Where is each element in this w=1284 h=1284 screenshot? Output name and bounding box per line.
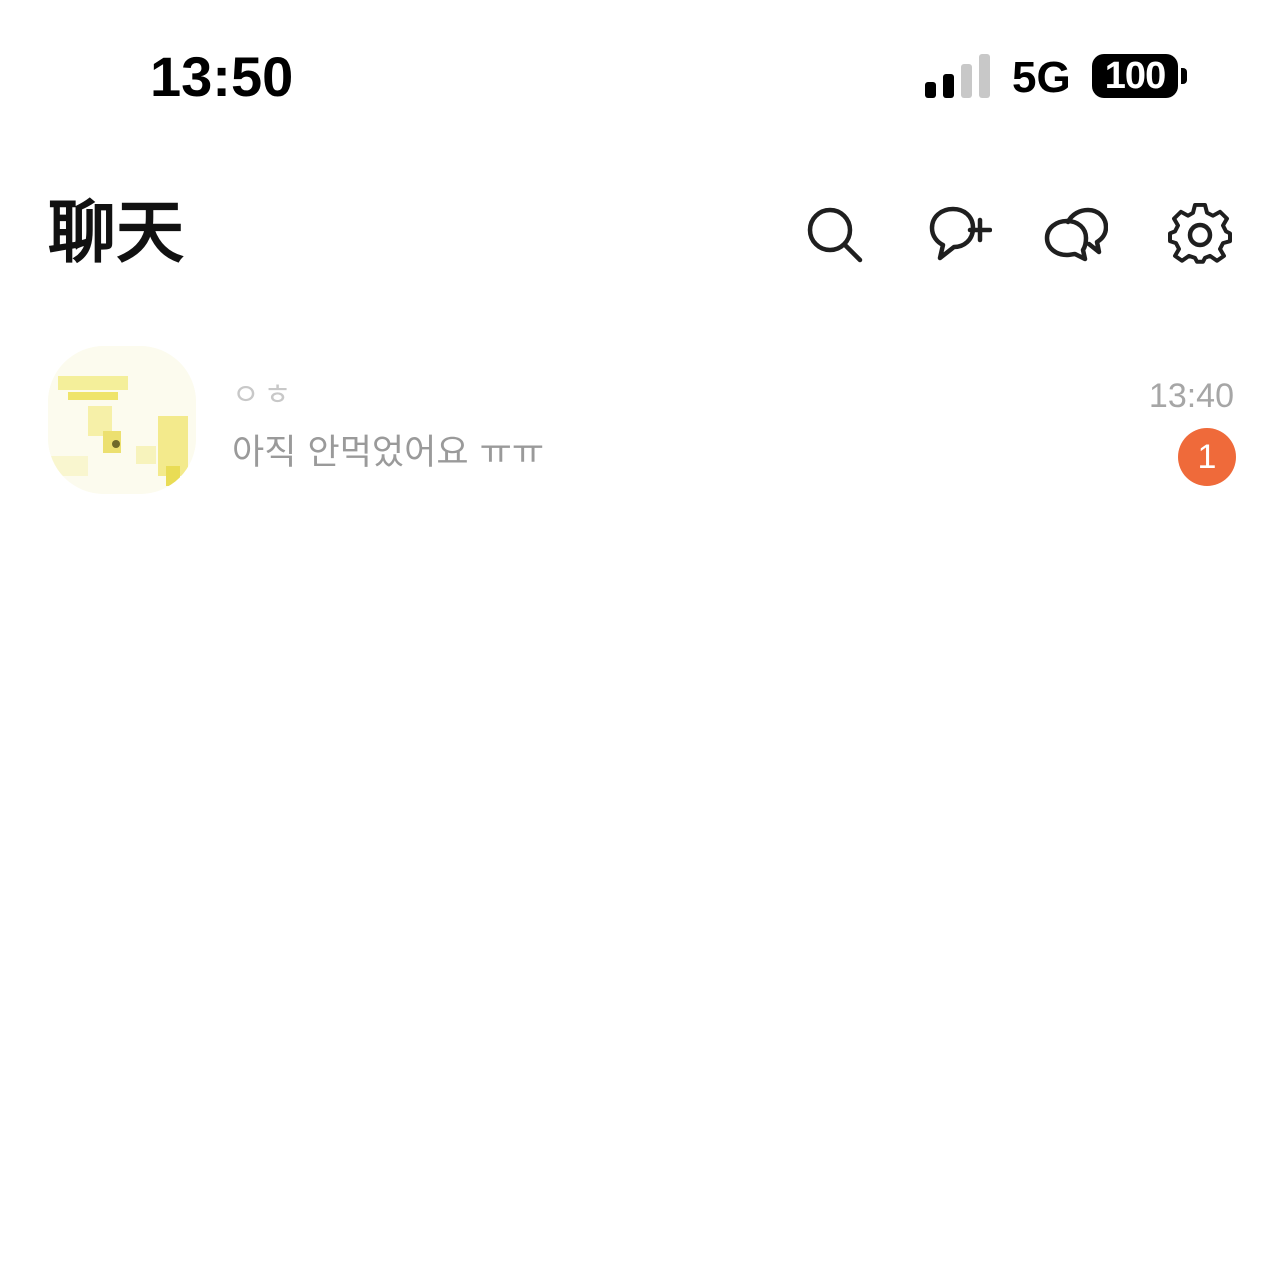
battery-cap-icon <box>1181 68 1187 84</box>
status-bar: 13:50 5G 100 <box>0 0 1284 150</box>
chat-name: ㅇㅎ <box>232 378 296 413</box>
open-chat-button[interactable] <box>1044 202 1108 266</box>
unread-badge: 1 <box>1178 428 1236 486</box>
chat-preview: 아직 안먹었어요 ㅠㅠ <box>232 433 545 473</box>
chat-list-screen: 13:50 5G 100 聊天 ㅇㅎ 아직 안먹었어요 ㅠㅠ 13:40 1 <box>0 0 1284 1284</box>
status-time: 13:50 <box>150 45 294 108</box>
signal-bar <box>925 82 936 98</box>
signal-bar <box>961 64 972 98</box>
gear-icon <box>1168 202 1232 264</box>
battery-indicator: 100 <box>1092 54 1178 98</box>
new-chat-button[interactable] <box>928 202 992 266</box>
chat-list: ㅇㅎ 아직 안먹었어요 ㅠㅠ 13:40 1 <box>0 340 1284 500</box>
signal-bar <box>943 74 954 98</box>
chat-list-item[interactable]: ㅇㅎ 아직 안먹었어요 ㅠㅠ 13:40 1 <box>0 340 1284 500</box>
chat-time: 13:40 <box>1148 377 1234 415</box>
page-title: 聊天 <box>48 194 185 273</box>
signal-bar <box>979 54 990 98</box>
settings-button[interactable] <box>1168 202 1232 266</box>
signal-bars-icon <box>925 54 993 98</box>
network-type: 5G <box>1012 53 1071 102</box>
chat-plus-icon <box>929 206 992 261</box>
header: 聊天 <box>0 180 1284 290</box>
search-icon <box>807 207 863 263</box>
search-button[interactable] <box>802 202 866 266</box>
avatar[interactable] <box>48 346 196 494</box>
chat-bubbles-icon <box>1044 207 1108 262</box>
profile-photo-avatar <box>48 346 196 494</box>
